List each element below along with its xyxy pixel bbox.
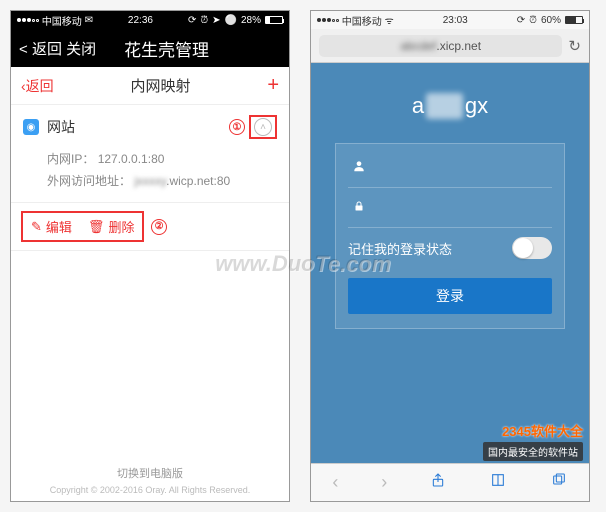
tabs-icon[interactable] — [550, 472, 568, 493]
battery-pct: 28% — [241, 15, 261, 26]
earth-icon: ◉ — [23, 119, 39, 135]
sub-back[interactable]: ‹ 返回 — [21, 76, 54, 96]
footer: 切换到电脑版 Copyright © 2002-2016 Oray. All R… — [11, 455, 289, 501]
status-bar: 中国移动 ✉︎ 22:36 ⟳ ⏰︎ ➤ ⚪ 28% — [11, 11, 289, 29]
pencil-icon: ✎ — [31, 219, 42, 235]
annotation-2: ② — [151, 219, 167, 235]
wan-label: 外网访问地址： — [47, 174, 131, 188]
sub-navbar: ‹ 返回 内网映射 + — [11, 67, 289, 105]
mapping-header[interactable]: ◉ 网站 ① ˄ — [11, 105, 289, 149]
sub-title: 内网映射 — [54, 75, 268, 96]
status-time: 22:36 — [93, 15, 188, 26]
chevron-up-icon[interactable]: ˄ — [254, 118, 272, 136]
edit-button[interactable]: ✎ 编辑 — [31, 217, 72, 236]
bookmarks-icon[interactable] — [489, 472, 507, 493]
signal-icon — [17, 18, 39, 22]
lock-icon — [348, 199, 370, 216]
username-field[interactable] — [348, 148, 552, 188]
annotation-box-1: ˄ — [249, 115, 277, 139]
bluetooth-icon: ⚪ — [225, 15, 237, 26]
back-icon[interactable]: ‹ — [332, 472, 338, 493]
mapping-actions: ✎ 编辑 🗑︎ 删除 ② — [11, 203, 289, 251]
delete-button[interactable]: 🗑︎ 删除 — [88, 217, 135, 236]
switch-version-link[interactable]: 切换到电脑版 — [11, 465, 289, 481]
wan-value: .wicp.net:80 — [166, 174, 230, 188]
wan-prefix: jxxxxy — [134, 174, 166, 188]
password-field[interactable] — [348, 188, 552, 228]
wifi-icon: ᯤ — [385, 13, 394, 27]
nav-close[interactable]: 关闭 — [66, 38, 96, 59]
app-navbar: < 返回 关闭 花生壳管理 — [11, 29, 289, 67]
carrier-label: 中国移动 — [342, 13, 382, 28]
app-title: 花生壳管理 — [96, 36, 237, 61]
domain-title: a163gx — [412, 93, 488, 119]
annotation-box-2: ✎ 编辑 🗑︎ 删除 — [21, 211, 144, 242]
share-icon[interactable] — [430, 471, 446, 494]
battery-pct: 60% — [541, 15, 561, 26]
annotation-1: ① — [229, 119, 245, 135]
battery-icon — [565, 16, 583, 24]
mapping-name: 网站 — [47, 117, 75, 137]
rotation-lock-icon: ⟳ — [517, 15, 525, 26]
status-bar: 中国移动 ᯤ 23:03 ⟳ ⏰︎ 60% — [311, 11, 589, 29]
remember-row: 记住我的登录状态 — [348, 228, 552, 268]
phone-left-peanut: 中国移动 ✉︎ 22:36 ⟳ ⏰︎ ➤ ⚪ 28% < 返回 关闭 花生壳管理… — [10, 10, 290, 502]
battery-icon — [265, 16, 283, 24]
trash-icon: 🗑︎ — [88, 219, 105, 235]
url-field[interactable]: abcdef.xicp.net — [319, 35, 562, 57]
rotation-lock-icon: ⟳ — [188, 15, 196, 26]
reload-icon[interactable]: ↻ — [568, 37, 581, 55]
alarm-icon: ⏰︎ — [200, 15, 208, 26]
wifi-icon: ✉︎ — [85, 15, 93, 26]
forward-icon[interactable]: › — [381, 472, 387, 493]
lan-label: 内网IP： — [47, 152, 94, 166]
carrier-label: 中国移动 — [42, 13, 82, 28]
lan-value: 127.0.0.1:80 — [98, 152, 165, 166]
safari-address-bar: abcdef.xicp.net ↻ — [311, 29, 589, 63]
mapping-details: 内网IP： 127.0.0.1:80 外网访问地址： jxxxxy.wicp.n… — [11, 149, 289, 202]
login-form: 记住我的登录状态 登录 — [335, 143, 565, 329]
safari-toolbar: ‹ › — [311, 463, 589, 501]
nav-back[interactable]: < 返回 — [19, 38, 62, 59]
remember-toggle[interactable] — [512, 237, 552, 259]
body-area — [11, 251, 289, 455]
signal-icon — [317, 18, 339, 22]
phone-right-safari: 中国移动 ᯤ 23:03 ⟳ ⏰︎ 60% abcdef.xicp.net ↻ … — [310, 10, 590, 502]
copyright: Copyright © 2002-2016 Oray. All Rights R… — [11, 485, 289, 495]
status-time: 23:03 — [394, 15, 517, 26]
add-mapping-button[interactable]: + — [267, 74, 279, 97]
remember-label: 记住我的登录状态 — [348, 239, 512, 258]
location-icon: ➤ — [212, 15, 220, 26]
login-page: a163gx 记住我的登录状态 登录 — [311, 63, 589, 463]
person-icon — [348, 159, 370, 176]
alarm-icon: ⏰︎ — [529, 15, 537, 26]
mapping-card: ◉ 网站 ① ˄ 内网IP： 127.0.0.1:80 外网访问地址： jxxx… — [11, 105, 289, 203]
login-button[interactable]: 登录 — [348, 278, 552, 314]
